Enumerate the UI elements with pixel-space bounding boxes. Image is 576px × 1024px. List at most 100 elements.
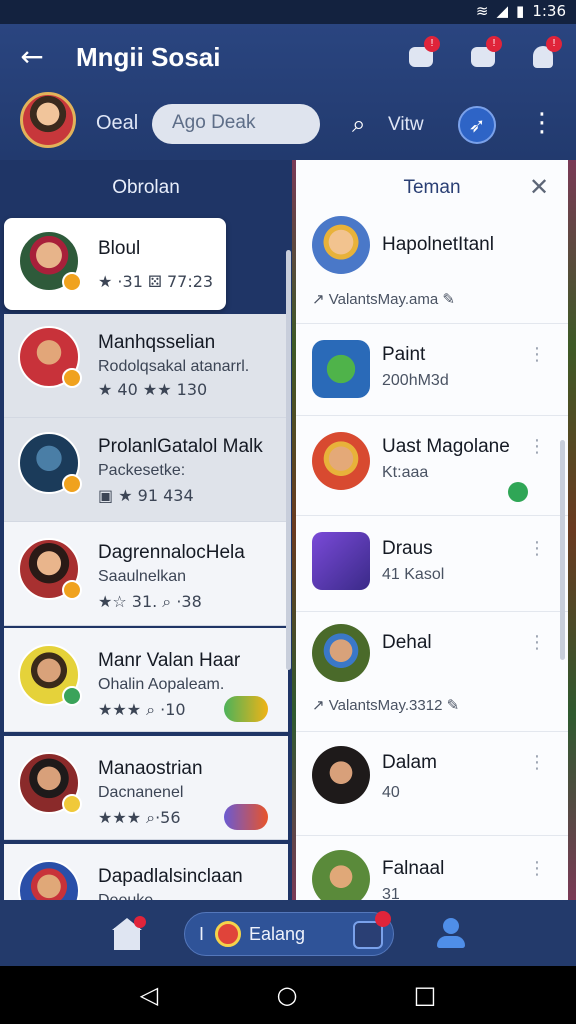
avatar xyxy=(18,752,82,814)
friend-note: ↗ ValantsMay.3312 ✎ xyxy=(312,697,460,714)
app-title: Mngii Sosai xyxy=(76,42,221,72)
friend-name: Draus xyxy=(382,538,433,559)
more-vert-icon[interactable]: ⋮ xyxy=(528,858,546,879)
notification-badge xyxy=(375,911,391,927)
chat-name: Bloul xyxy=(98,238,141,259)
friend-item[interactable]: Dehal ↗ ValantsMay.3312 ✎ ⋮ xyxy=(296,612,568,732)
back-button[interactable]: ← xyxy=(14,38,50,74)
user-avatar[interactable] xyxy=(20,92,76,148)
compass-button[interactable]: ➶ xyxy=(458,106,496,144)
status-time: 1:36 xyxy=(532,2,566,20)
avatar xyxy=(18,230,82,292)
status-badge xyxy=(62,368,82,388)
chat-meta: ▣ ★ 91 434 xyxy=(98,486,194,505)
chat-action-badge[interactable] xyxy=(224,696,268,722)
chat-item[interactable]: Manhqsselian Rodolqsakal atanarrl. ★ 40 … xyxy=(4,314,288,418)
scrollbar[interactable] xyxy=(286,250,291,670)
chat-bubble-icon xyxy=(215,921,241,947)
system-recents-icon[interactable]: □ xyxy=(410,980,440,1010)
avatar xyxy=(312,746,370,804)
friend-item[interactable]: Uast Magolane Kt:aaa ⋮ xyxy=(296,416,568,516)
friend-note: ↗ ValantsMay.ama ✎ xyxy=(312,291,455,308)
friend-item[interactable]: Dalam 40 ⋮ xyxy=(296,732,568,836)
friend-item[interactable]: Falnaal 31 ⋮ xyxy=(296,836,568,900)
friends-panel: Teman ✕ HapolnetItanl ↗ ValantsMay.ama ✎… xyxy=(296,160,568,900)
search-input[interactable]: Ago Deak xyxy=(152,104,320,144)
online-indicator xyxy=(508,482,528,502)
friend-name: Dalam xyxy=(382,752,437,773)
more-vert-icon[interactable]: ⋮ xyxy=(528,632,546,653)
chat-item[interactable]: DagrennalocHela Saaulnelkan ★☆ 31. ⌕ ·38 xyxy=(4,522,288,626)
avatar xyxy=(312,850,370,900)
friend-name: Paint xyxy=(382,344,426,365)
system-back-icon[interactable]: ◁ xyxy=(134,980,164,1010)
friend-item[interactable]: Draus 41 Kasol ⋮ xyxy=(296,516,568,612)
avatar xyxy=(312,216,370,274)
avatar xyxy=(18,432,82,494)
view-button[interactable]: Vitw xyxy=(388,114,424,136)
status-badge xyxy=(62,580,82,600)
chat-subtitle: Deeuke xyxy=(98,892,153,900)
notification-badge: ! xyxy=(546,36,562,52)
avatar xyxy=(312,432,370,490)
chat-name: Dapadlalsinclaan xyxy=(98,866,243,887)
notification-icon-button[interactable]: ! xyxy=(466,36,502,74)
chat-pill-button[interactable]: I Ealang xyxy=(184,911,394,956)
more-vert-icon[interactable]: ⋮ xyxy=(528,436,546,457)
chat-subtitle: Packesetke: xyxy=(98,462,186,479)
chat-list-panel: Obrolan Bloul ★ ·31 ⚄ 77:23 Manhqsselian… xyxy=(0,160,292,900)
profile-icon[interactable] xyxy=(434,916,468,950)
avatar xyxy=(18,644,82,706)
chat-name: ProlanlGatalol Malk xyxy=(98,436,263,457)
status-badge xyxy=(62,272,82,292)
chat-subtitle: Saaulnelkan xyxy=(98,568,187,585)
chat-item[interactable]: ProlanlGatalol Malk Packesetke: ▣ ★ 91 4… xyxy=(4,418,288,522)
more-vert-icon[interactable]: ⋮ xyxy=(528,108,556,142)
compass-icon: ➶ xyxy=(468,113,486,137)
battery-icon: ▮ xyxy=(516,2,525,20)
system-home-icon[interactable]: ○ xyxy=(272,980,302,1010)
friend-item[interactable]: Paint 200hM3d ⋮ xyxy=(296,324,568,416)
user-name: Oeal xyxy=(96,112,139,134)
friend-item[interactable]: HapolnetItanl ↗ ValantsMay.ama ✎ xyxy=(296,216,568,324)
friends-panel-title: Teman xyxy=(403,177,461,198)
chat-subtitle: Ohalin Aopaleam. xyxy=(98,676,225,693)
chat-meta: ★ 40 ★★ 130 xyxy=(98,380,208,399)
friend-icon-button[interactable]: ! xyxy=(526,36,562,74)
more-vert-icon[interactable]: ⋮ xyxy=(528,538,546,559)
pill-prefix: I xyxy=(199,924,205,944)
bottom-nav: I Ealang xyxy=(0,900,576,966)
more-vert-icon[interactable]: ⋮ xyxy=(528,752,546,773)
friend-subtitle: 41 Kasol xyxy=(382,566,445,583)
close-icon[interactable]: ✕ xyxy=(524,172,554,202)
friend-subtitle: 31 xyxy=(382,886,400,900)
system-nav: ◁ ○ □ xyxy=(0,966,576,1024)
status-bar: ≋ ◢ ▮ 1:36 xyxy=(0,0,576,24)
avatar xyxy=(312,340,370,398)
more-vert-icon[interactable]: ⋮ xyxy=(528,344,546,365)
chat-icon-button[interactable]: ! xyxy=(404,36,440,74)
avatar xyxy=(18,538,82,600)
friend-subtitle: Kt:aaa xyxy=(382,464,429,481)
chat-meta: ★★★ ⌕·56 xyxy=(98,808,181,827)
friend-subtitle: 40 xyxy=(382,784,400,801)
wifi-icon: ≋ xyxy=(475,2,489,20)
avatar xyxy=(312,624,370,682)
chat-item[interactable]: Dapadlalsinclaan Deeuke xyxy=(4,844,288,900)
chat-meta: ★★★ ⌕ ·10 xyxy=(98,700,186,719)
chat-name: Manaostrian xyxy=(98,758,203,779)
friend-name: Uast Magolane xyxy=(382,436,510,457)
chat-item[interactable]: Manaostrian Dacnanenel ★★★ ⌕·56 xyxy=(4,736,288,840)
friend-name: HapolnetItanl xyxy=(382,234,494,255)
chat-list-title: Obrolan xyxy=(112,177,180,198)
avatar xyxy=(18,326,82,388)
chat-action-badge[interactable] xyxy=(224,804,268,830)
scrollbar[interactable] xyxy=(560,440,565,660)
background-strip xyxy=(568,160,576,900)
chat-item[interactable]: Bloul ★ ·31 ⚄ 77:23 xyxy=(4,218,226,310)
pill-label: Ealang xyxy=(249,924,306,944)
chat-item[interactable]: Manr Valan Haar Ohalin Aopaleam. ★★★ ⌕ ·… xyxy=(4,628,288,732)
chat-name: Manr Valan Haar xyxy=(98,650,241,671)
home-icon[interactable] xyxy=(110,916,146,952)
search-icon[interactable]: ⌕ xyxy=(352,110,380,138)
